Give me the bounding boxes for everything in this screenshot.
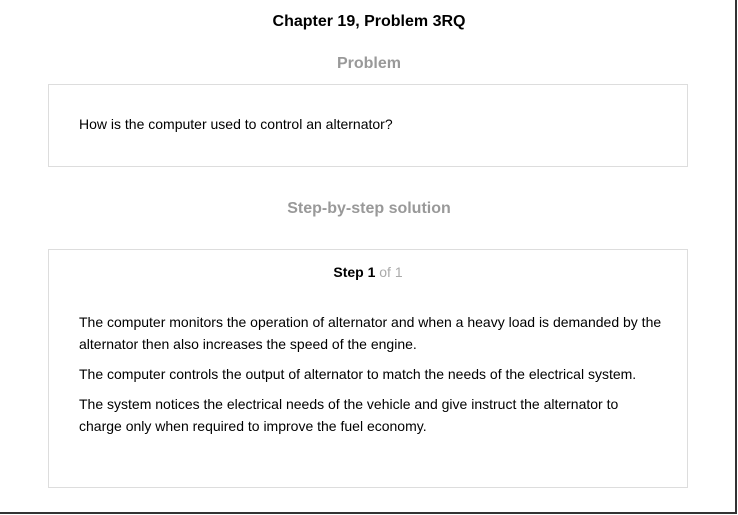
step-count: of 1 bbox=[379, 264, 403, 280]
step-paragraph: The computer monitors the operation of a… bbox=[79, 314, 662, 352]
step-body: The computer monitors the operation of a… bbox=[79, 311, 664, 445]
problem-box: How is the computer used to control an a… bbox=[48, 84, 688, 167]
solution-heading: Step-by-step solution bbox=[287, 200, 451, 217]
page-title: Chapter 19, Problem 3RQ bbox=[272, 13, 466, 30]
problem-text: How is the computer used to control an a… bbox=[79, 116, 393, 132]
step-paragraph: The computer controls the output of alte… bbox=[79, 366, 637, 382]
step-label: Step 1 bbox=[333, 264, 376, 280]
problem-heading: Problem bbox=[336, 55, 401, 72]
step-header: Step 1 of 1 bbox=[49, 263, 687, 281]
solution-box: Step 1 of 1 The computer monitors the op… bbox=[48, 249, 688, 488]
step-paragraph: The system notices the electrical needs … bbox=[79, 396, 619, 434]
